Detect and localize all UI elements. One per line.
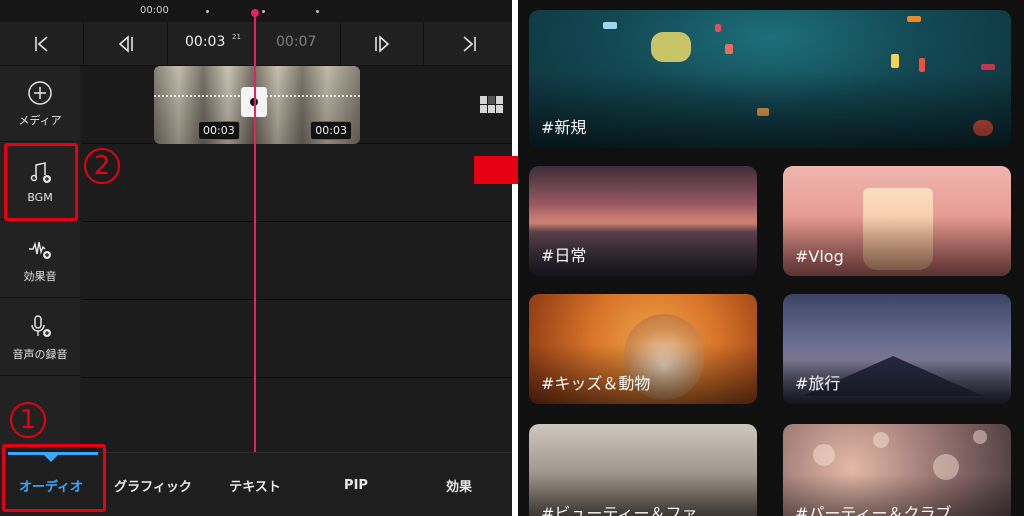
category-label: #日常 bbox=[541, 246, 587, 265]
category-label: #パーティー＆クラブ bbox=[795, 504, 952, 516]
step-forward-icon bbox=[375, 35, 390, 53]
category-label: #Vlog bbox=[795, 247, 844, 266]
category-card-new[interactable]: #新規 bbox=[529, 10, 1011, 148]
category-label: #ビューティー＆ファ… bbox=[541, 504, 714, 516]
next-frame-button[interactable] bbox=[340, 22, 424, 66]
total-time: 00:07 bbox=[276, 34, 317, 50]
category-label: #新規 bbox=[541, 118, 587, 137]
ruler-tick bbox=[262, 10, 265, 13]
ruler-tick bbox=[316, 10, 319, 13]
plus-circle-icon bbox=[28, 80, 52, 105]
sidebar-item-label: メディア bbox=[18, 113, 62, 127]
previous-frame-button[interactable] bbox=[84, 22, 168, 66]
transport-bar: 00:03 21 00:07 bbox=[0, 22, 512, 66]
category-card-beauty-fashion[interactable]: #ビューティー＆ファ… bbox=[529, 424, 757, 516]
playhead-knob[interactable] bbox=[251, 9, 259, 17]
category-label: #キッズ＆動物 bbox=[541, 374, 651, 393]
ruler-tick bbox=[206, 10, 209, 13]
skip-to-start-icon bbox=[34, 36, 48, 52]
grid-view-icon[interactable] bbox=[480, 96, 504, 114]
category-label: #旅行 bbox=[795, 374, 841, 393]
sidebar-item-label: 音声の録音 bbox=[12, 347, 68, 361]
microphone-add-icon bbox=[31, 314, 51, 337]
sidebar-item-media[interactable]: メディア bbox=[0, 66, 80, 142]
jump-to-start-button[interactable] bbox=[0, 22, 84, 66]
category-card-vlog[interactable]: #Vlog bbox=[783, 166, 1011, 276]
sidebar-item-label: 効果音 bbox=[23, 269, 57, 283]
bgm-category-library: #新規 #日常 #Vlog #キッズ＆動物 #旅行 #ビューティー＆ファ… #パ… bbox=[518, 0, 1024, 516]
callout-box-bgm bbox=[4, 143, 78, 221]
skip-to-end-icon bbox=[463, 36, 476, 52]
step-back-icon bbox=[118, 35, 133, 53]
video-editor-panel: 00:00 00:03 21 00:07 メディア BGM 効果音 音声の録音 … bbox=[0, 0, 512, 516]
sound-effect-track[interactable] bbox=[82, 222, 512, 300]
current-time: 00:03 bbox=[185, 34, 226, 50]
track-sidebar: メディア BGM 効果音 音声の録音 bbox=[0, 66, 80, 450]
clip-duration-badge: 00:03 bbox=[198, 121, 240, 140]
current-frame-count: 21 bbox=[232, 33, 241, 41]
category-card-party-club[interactable]: #パーティー＆クラブ bbox=[783, 424, 1011, 516]
jump-to-end-button[interactable] bbox=[426, 22, 512, 66]
tab-pip[interactable]: PIP bbox=[306, 453, 406, 516]
tab-text[interactable]: テキスト bbox=[204, 453, 306, 516]
callout-number-2: 2 bbox=[84, 148, 120, 184]
playhead-line[interactable] bbox=[254, 12, 256, 452]
voice-track[interactable] bbox=[82, 300, 512, 378]
sidebar-item-sound-effects[interactable]: 効果音 bbox=[0, 222, 80, 298]
empty-track bbox=[82, 378, 512, 450]
category-card-travel[interactable]: #旅行 bbox=[783, 294, 1011, 404]
screenshot-canvas: 00:00 00:03 21 00:07 メディア BGM 効果音 音声の録音 … bbox=[0, 0, 1024, 516]
waveform-add-icon bbox=[29, 241, 51, 259]
clip-duration-badge: 00:03 bbox=[310, 121, 352, 140]
sidebar-item-voice-recording[interactable]: 音声の録音 bbox=[0, 300, 80, 376]
tab-effects[interactable]: 効果 bbox=[406, 453, 512, 516]
callout-box-audio-tab bbox=[2, 444, 106, 512]
tab-graphics[interactable]: グラフィック bbox=[102, 453, 204, 516]
callout-number-1: 1 bbox=[10, 402, 46, 438]
category-card-kids-animals[interactable]: #キッズ＆動物 bbox=[529, 294, 757, 404]
ruler-time-label: 00:00 bbox=[140, 5, 169, 16]
bgm-track[interactable] bbox=[82, 144, 512, 222]
category-card-daily[interactable]: #日常 bbox=[529, 166, 757, 276]
